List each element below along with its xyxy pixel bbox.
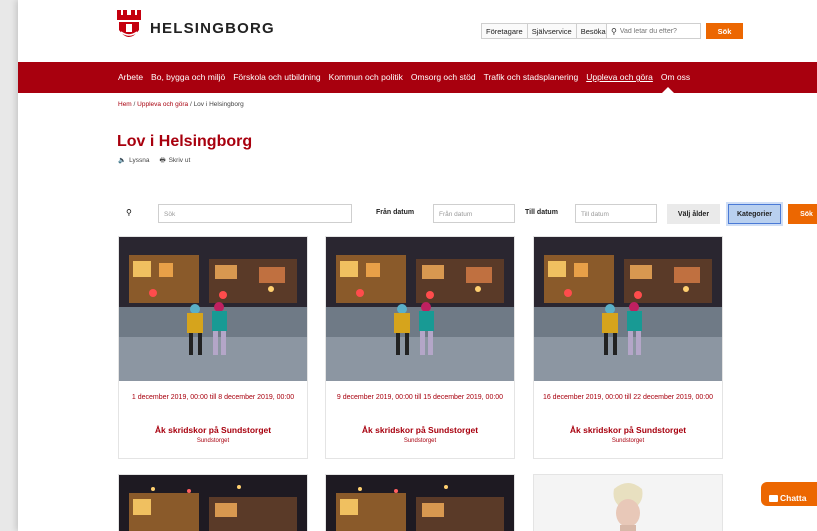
breadcrumb: Hem / Uppleva och göra / Lov i Helsingbo…	[118, 101, 244, 108]
chat-label: Chatta	[780, 492, 807, 503]
event-title[interactable]: Åk skridskor på Sundstorget	[326, 425, 514, 435]
event-card[interactable]	[118, 474, 308, 531]
active-nav-indicator	[662, 87, 674, 93]
print-label: Skriv ut	[168, 157, 191, 164]
event-date: 9 december 2019, 00:00 till 15 december …	[336, 394, 504, 401]
nav-item-forskola[interactable]: Förskola och utbildning	[233, 72, 320, 82]
header-search-button[interactable]: Sök	[706, 23, 743, 39]
link-foretagare[interactable]: Företagare	[482, 24, 528, 38]
from-date-label: Från datum	[376, 209, 415, 216]
printer-icon: 🖶	[159, 157, 166, 164]
event-location: Sundstorget	[403, 438, 437, 444]
site-header: HELSINGBORG Företagare Självservice Besö…	[18, 0, 817, 62]
breadcrumb-parent[interactable]: Uppleva och göra	[137, 101, 188, 108]
event-image	[534, 475, 722, 531]
link-sjalvservice[interactable]: Självservice	[528, 24, 577, 38]
to-date-input[interactable]: Till datum	[575, 204, 657, 223]
nav-item-uppleva[interactable]: Uppleva och göra	[586, 72, 653, 82]
nav-item-arbete[interactable]: Arbete	[118, 72, 143, 82]
event-card[interactable]: 16 december 2019, 00:00 till 22 december…	[533, 236, 723, 459]
nav-item-om-oss[interactable]: Om oss	[661, 72, 690, 82]
event-card[interactable]: 9 december 2019, 00:00 till 15 december …	[325, 236, 515, 459]
header-search-input[interactable]	[619, 27, 700, 35]
audience-links: Företagare Självservice Besökare	[481, 23, 618, 39]
event-image	[326, 237, 514, 381]
event-location: Sundstorget	[196, 438, 230, 444]
event-card[interactable]: 1 december 2019, 00:00 till 8 december 2…	[118, 236, 308, 459]
speaker-icon: 🔈	[118, 157, 127, 164]
listen-label: Lyssna	[129, 157, 150, 164]
nav-item-bo-bygga[interactable]: Bo, bygga och miljö	[151, 72, 225, 82]
filter-search-button[interactable]: Sök	[788, 204, 817, 224]
breadcrumb-current: Lov i Helsingborg	[193, 101, 244, 108]
page: HELSINGBORG Företagare Självservice Besö…	[18, 0, 817, 531]
chat-button[interactable]: Chatta	[761, 482, 817, 506]
event-image	[119, 475, 307, 531]
event-location: Sundstorget	[611, 438, 645, 444]
event-filters: ⚲ Sök Från datum Från datum Till datum T…	[118, 204, 817, 224]
breadcrumb-separator: /	[189, 101, 192, 108]
from-date-input[interactable]: Från datum	[433, 204, 515, 223]
page-tools: 🔈 Lyssna 🖶 Skriv ut	[118, 156, 190, 167]
filter-search-input[interactable]: Sök	[158, 204, 352, 223]
event-image	[534, 237, 722, 381]
search-icon: ⚲	[611, 26, 617, 36]
event-date: 1 december 2019, 00:00 till 8 december 2…	[131, 394, 295, 401]
event-card[interactable]	[325, 474, 515, 531]
nav-item-kommun[interactable]: Kommun och politik	[329, 72, 403, 82]
page-title: Lov i Helsingborg	[117, 133, 253, 150]
event-image	[119, 237, 307, 381]
event-date: 16 december 2019, 00:00 till 22 december…	[542, 394, 714, 401]
header-search-box: ⚲	[606, 23, 701, 39]
event-title[interactable]: Åk skridskor på Sundstorget	[534, 425, 722, 435]
age-select-button[interactable]: Välj ålder	[667, 204, 720, 224]
breadcrumb-separator: /	[133, 101, 136, 108]
event-title[interactable]: Åk skridskor på Sundstorget	[119, 425, 307, 435]
chat-icon	[769, 494, 778, 502]
search-icon: ⚲	[126, 208, 132, 217]
main-nav: Arbete Bo, bygga och miljö Förskola och …	[18, 62, 817, 93]
brand-name[interactable]: HELSINGBORG	[150, 20, 275, 37]
event-image	[326, 475, 514, 531]
helsingborg-logo[interactable]	[116, 10, 142, 44]
nav-item-omsorg[interactable]: Omsorg och stöd	[411, 72, 476, 82]
to-date-label: Till datum	[525, 209, 558, 216]
breadcrumb-home[interactable]: Hem	[118, 101, 132, 108]
category-button[interactable]: Kategorier	[728, 204, 781, 224]
event-card[interactable]	[533, 474, 723, 531]
print-button[interactable]: 🖶 Skriv ut	[159, 156, 190, 167]
nav-item-trafik[interactable]: Trafik och stadsplanering	[484, 72, 579, 82]
listen-button[interactable]: 🔈 Lyssna	[118, 156, 149, 167]
